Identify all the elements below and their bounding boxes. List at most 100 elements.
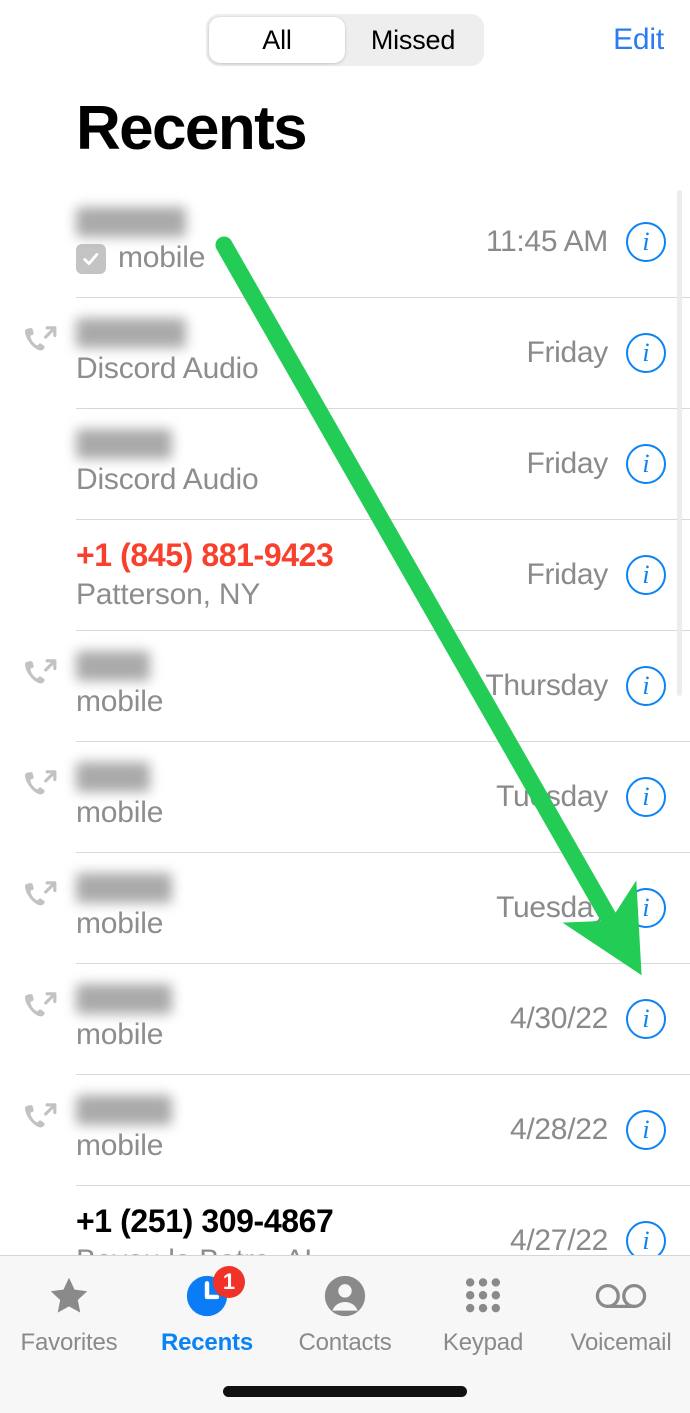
- info-button[interactable]: i: [626, 887, 666, 928]
- call-row[interactable]: mobile 4/30/22 i: [0, 963, 690, 1074]
- outgoing-call-icon: [20, 765, 60, 805]
- call-row-subtitle-wrap: mobile: [76, 685, 485, 720]
- call-timestamp: Tuesday: [496, 890, 608, 924]
- call-row-title: [76, 651, 150, 682]
- call-row-right: 4/27/22 i: [510, 1220, 666, 1256]
- call-row[interactable]: mobile Tuesday i: [0, 852, 690, 963]
- page-title: Recents: [76, 94, 308, 163]
- call-row-title: [76, 984, 172, 1015]
- recents-filter-segmented-control[interactable]: All Missed: [206, 14, 484, 66]
- outgoing-call-icon: [20, 321, 60, 361]
- call-timestamp: Friday: [526, 557, 608, 591]
- call-row-right: Tuesday i: [496, 776, 666, 817]
- call-row-subtitle-wrap: mobile: [76, 1129, 510, 1164]
- tab-label: Favorites: [20, 1329, 118, 1356]
- notification-badge: 1: [213, 1266, 245, 1298]
- call-row[interactable]: mobile Thursday i: [0, 630, 690, 741]
- call-row-right: Tuesday i: [496, 887, 666, 928]
- info-button[interactable]: i: [626, 1109, 666, 1150]
- call-row-main: Discord Audio: [76, 429, 526, 498]
- call-row[interactable]: +1 (845) 881-9423 Patterson, NY Friday i: [0, 519, 690, 630]
- call-row-main: mobile: [76, 1095, 510, 1164]
- phone-app-screen: All Missed Edit Recents mobile 11:45 AM i Di…: [0, 0, 690, 1413]
- call-timestamp: Thursday: [485, 668, 608, 702]
- call-row-subtitle-wrap: mobile: [76, 907, 496, 942]
- call-row-subtitle-wrap: Patterson, NY: [76, 578, 526, 613]
- call-timestamp: Friday: [526, 335, 608, 369]
- tab-bar: Favorites 1 Recents Contacts Keypad Voicemail: [0, 1255, 690, 1413]
- outgoing-call-icon: [20, 1098, 60, 1138]
- call-row-main: mobile: [76, 984, 510, 1053]
- call-row-right: 11:45 AM i: [486, 221, 666, 262]
- call-row-right: Thursday i: [485, 665, 666, 706]
- recents-call-list[interactable]: mobile 11:45 AM i Discord Audio Friday i Disco…: [0, 186, 690, 1255]
- call-row-title: [76, 762, 150, 793]
- edit-button[interactable]: Edit: [613, 23, 664, 57]
- voicemail-icon: [595, 1270, 647, 1322]
- call-row-subtitle-wrap: mobile: [76, 241, 486, 276]
- tab-voicemail[interactable]: Voicemail: [552, 1270, 690, 1357]
- outgoing-call-icon: [20, 654, 60, 694]
- info-button[interactable]: i: [626, 665, 666, 706]
- person-icon: [319, 1270, 371, 1322]
- call-row-title: [76, 873, 172, 904]
- call-row-title: +1 (845) 881-9423: [76, 536, 334, 573]
- call-row-main: mobile: [76, 651, 485, 720]
- info-button[interactable]: i: [626, 332, 666, 373]
- call-row-subtitle: Patterson, NY: [76, 577, 261, 611]
- call-row-subtitle: mobile: [76, 1129, 164, 1163]
- call-timestamp: 4/27/22: [510, 1223, 608, 1256]
- call-row[interactable]: mobile Tuesday i: [0, 741, 690, 852]
- tab-recents[interactable]: 1 Recents: [138, 1266, 276, 1357]
- call-row-subtitle: mobile: [76, 1018, 164, 1052]
- call-row-title: [76, 429, 172, 460]
- call-row-subtitle-wrap: mobile: [76, 1018, 510, 1053]
- tab-label: Recents: [161, 1329, 253, 1356]
- call-row-subtitle-wrap: Discord Audio: [76, 352, 526, 387]
- call-row-subtitle: Bayou la Batre, AL: [76, 1244, 321, 1255]
- tab-keypad[interactable]: Keypad: [414, 1270, 552, 1357]
- call-row[interactable]: mobile 11:45 AM i: [0, 186, 690, 297]
- info-button[interactable]: i: [626, 1220, 666, 1255]
- call-row-title: [76, 207, 186, 238]
- tab-contacts[interactable]: Contacts: [276, 1270, 414, 1357]
- call-timestamp: 4/28/22: [510, 1112, 608, 1146]
- info-button[interactable]: i: [626, 554, 666, 595]
- checkmark-icon[interactable]: [76, 243, 106, 274]
- call-row-main: +1 (251) 309-4867 Bayou la Batre, AL: [76, 1203, 510, 1255]
- call-row-main: Discord Audio: [76, 318, 526, 387]
- call-row-right: Friday i: [526, 554, 666, 595]
- call-row-title: [76, 318, 186, 349]
- call-row-main: mobile: [76, 207, 486, 276]
- info-button[interactable]: i: [626, 221, 666, 262]
- call-row[interactable]: Discord Audio Friday i: [0, 297, 690, 408]
- call-row-right: Friday i: [526, 332, 666, 373]
- call-row[interactable]: Discord Audio Friday i: [0, 408, 690, 519]
- clock-icon: 1: [181, 1266, 245, 1322]
- scrollbar[interactable]: [677, 190, 682, 696]
- segment-all[interactable]: All: [209, 17, 345, 63]
- call-row-subtitle-wrap: Discord Audio: [76, 463, 526, 498]
- info-button[interactable]: i: [626, 998, 666, 1039]
- call-row-main: mobile: [76, 873, 496, 942]
- call-row-subtitle: mobile: [76, 796, 164, 830]
- call-row-main: mobile: [76, 762, 496, 831]
- segment-missed[interactable]: Missed: [345, 17, 481, 63]
- call-timestamp: Friday: [526, 446, 608, 480]
- call-row-subtitle: mobile: [76, 685, 164, 719]
- call-row-right: 4/28/22 i: [510, 1109, 666, 1150]
- tab-label: Voicemail: [570, 1329, 672, 1356]
- outgoing-call-icon: [20, 987, 60, 1027]
- tab-favorites[interactable]: Favorites: [0, 1270, 138, 1357]
- call-row-right: 4/30/22 i: [510, 998, 666, 1039]
- call-timestamp: 4/30/22: [510, 1001, 608, 1035]
- navigation-bar: All Missed Edit: [0, 0, 690, 80]
- call-row[interactable]: +1 (251) 309-4867 Bayou la Batre, AL 4/27/…: [0, 1185, 690, 1255]
- call-row-subtitle: mobile: [118, 241, 206, 275]
- info-button[interactable]: i: [626, 776, 666, 817]
- call-row-title: +1 (251) 309-4867: [76, 1202, 334, 1239]
- call-row[interactable]: mobile 4/28/22 i: [0, 1074, 690, 1185]
- call-row-main: +1 (845) 881-9423 Patterson, NY: [76, 537, 526, 612]
- info-button[interactable]: i: [626, 443, 666, 484]
- call-row-subtitle-wrap: mobile: [76, 796, 496, 831]
